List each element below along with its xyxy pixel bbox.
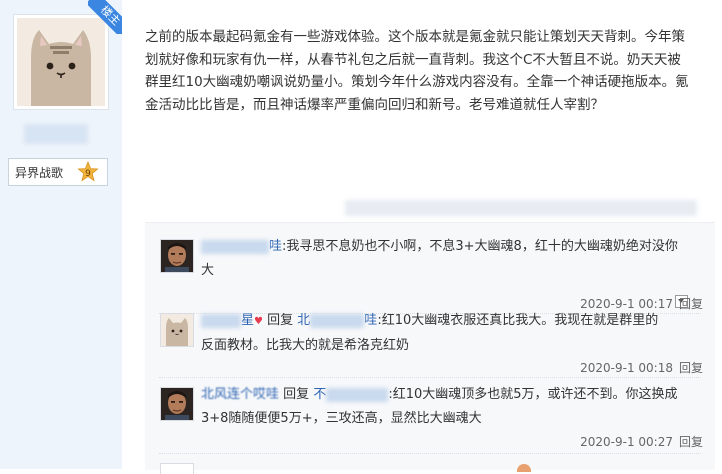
reply-target-username[interactable]: 不	[313, 387, 326, 402]
reply-list: 哇:我寻思不息奶也不小啊，不息3+大幽魂8，红十的大幽魂奶绝对没你 大 2020…	[145, 222, 715, 474]
level-number: 9	[85, 169, 91, 179]
reply-avatar[interactable]	[160, 387, 194, 421]
author-sidebar: 楼主 异界战歌 9	[0, 0, 122, 469]
reply-username-redacted[interactable]	[201, 239, 269, 254]
reply-username[interactable]: 哇	[269, 239, 282, 254]
reply-text: :红10大幽魂衣服还真比我大。我现在就是群里的	[377, 313, 659, 328]
reply-button[interactable]: 回复	[679, 361, 703, 375]
reply-target-username[interactable]: 北	[297, 313, 310, 328]
reply-to-label: 回复	[267, 313, 294, 328]
reply-body: 星♥ 回复 北 哇:红10大幽魂衣服还真比我大。我现在就是群里的 反面教材。比我大…	[201, 309, 701, 358]
reply-meta: 2020-9-1 00:27 回复	[580, 433, 703, 450]
reply-username[interactable]: 北风连个哎哇	[201, 387, 279, 402]
post-line: 群里红10大幽魂奶嘲讽说奶量小。策划今年什么游戏内容没有。全靠一个神话硬拖版本。…	[145, 74, 689, 90]
emoji-icon	[517, 464, 531, 472]
cat-avatar-icon	[161, 314, 193, 346]
reply-separator	[159, 377, 701, 378]
reply-body: 北风连个哎哇 回复 不 :红10大幽魂顶多也就5万，或许还不到。你这换成 3+8随…	[201, 383, 701, 431]
reply-time: 2020-9-1 00:27	[580, 435, 673, 449]
post-line: 划就好像和玩家有仇一样，从春节礼包之后就一直背刺。我这个C不大暂且不说。奶天天被	[145, 51, 681, 68]
host-badge: 楼主	[88, 0, 122, 34]
post-line: 之前的版本最起码氪金有一些游戏体验。这个版本就是氪金就只能让策划天天背刺。今年策	[145, 29, 685, 45]
reply-avatar[interactable]	[160, 239, 194, 273]
reply-to-label: 回复	[283, 387, 310, 402]
reply-text: :我寻思不息奶也不小啊，不息3+大幽魂8，红十的大幽魂奶绝对没你	[282, 239, 678, 254]
reply-target-redacted[interactable]	[310, 313, 365, 328]
level-badge[interactable]: 异界战歌 9	[8, 158, 108, 186]
reply-meta: 2020-9-1 00:18 回复	[580, 359, 703, 376]
reply-avatar[interactable]	[160, 313, 194, 347]
heart-icon: ♥	[254, 316, 263, 327]
man-photo-icon	[161, 388, 193, 420]
reply-username-redacted[interactable]	[201, 313, 241, 328]
reply-username[interactable]: 星	[241, 313, 254, 328]
post-tail-redacted	[345, 200, 697, 216]
man-photo-icon	[161, 240, 193, 272]
reply-time: 2020-9-1 00:18	[580, 361, 673, 375]
reply-button[interactable]: 回复	[679, 435, 703, 449]
reply-text-continued: 大	[201, 263, 215, 278]
reply-body: 哇:我寻思不息奶也不小啊，不息3+大幽魂8，红十的大幽魂奶绝对没你 大	[201, 235, 701, 283]
reply-target-username-suffix[interactable]: 哇	[364, 313, 377, 328]
post-content: 之前的版本最起码氪金有一些游戏体验。这个版本就是氪金就只能让策划天天背刺。今年策…	[145, 26, 715, 116]
author-username-redacted[interactable]	[24, 124, 88, 144]
level-star-icon: 9	[77, 161, 99, 182]
reply-target-redacted[interactable]	[326, 387, 389, 402]
reply-text-continued: 反面教材。比我大的就是希洛克红奶	[201, 338, 410, 353]
reply-separator	[159, 453, 701, 454]
host-badge-label: 楼主	[88, 0, 122, 34]
reply-text: :红10大幽魂顶多也就5万，或许还不到。你这换成	[388, 387, 678, 402]
post-line: 金活动比比皆是，而且神话爆率严重偏向回归和新号。老号难道就任人宰割？	[145, 96, 604, 113]
reply-text-continued: 3+8随随便便5万+，三攻还高，显然比大幽魂大	[201, 411, 482, 426]
level-name: 异界战歌	[15, 166, 64, 180]
